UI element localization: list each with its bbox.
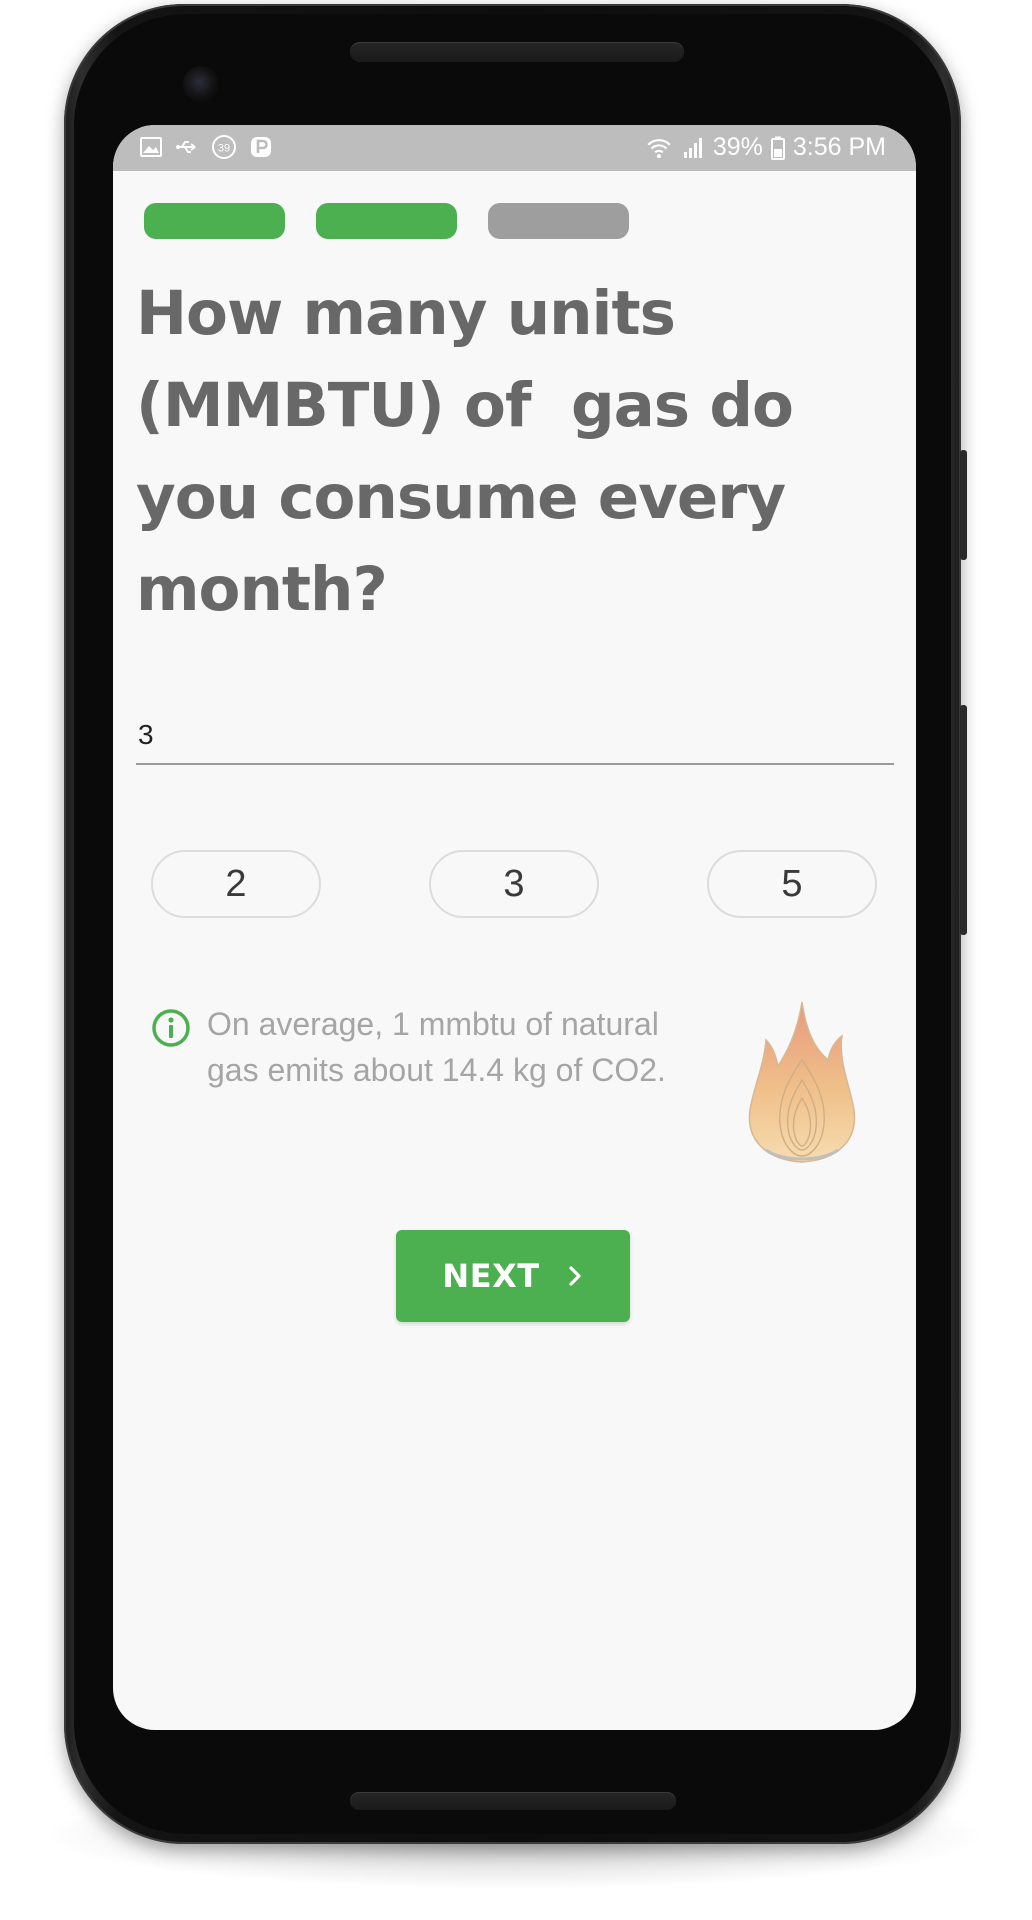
chevron-right-icon bbox=[568, 1266, 581, 1286]
volume-button bbox=[960, 450, 967, 560]
app-screen: 39 39% 3:56 PM How many units (MMBTU) of… bbox=[113, 125, 916, 1730]
badge-number: 39 bbox=[218, 143, 230, 155]
question-line-1: How many units bbox=[136, 278, 676, 349]
battery-percent: 39% bbox=[712, 133, 763, 161]
progress-step-3 bbox=[488, 203, 629, 239]
status-right-icons: 39% 3:56 PM bbox=[645, 133, 886, 162]
progress-step-2 bbox=[316, 203, 457, 239]
front-camera bbox=[183, 66, 219, 102]
battery-icon bbox=[770, 136, 785, 160]
image-icon bbox=[140, 137, 162, 157]
question-title: How many units (MMBTU) of gas do you con… bbox=[136, 268, 876, 636]
bottom-speaker bbox=[350, 1792, 676, 1810]
badge-39-icon: 39 bbox=[212, 135, 236, 159]
info-line-2: gas emits about 14.4 kg of CO2. bbox=[207, 1052, 666, 1088]
next-button-label: NEXT bbox=[442, 1257, 540, 1295]
flame-icon bbox=[748, 1001, 856, 1163]
question-line-2: (MMBTU) of gas do bbox=[136, 370, 794, 441]
option-chip-3[interactable]: 3 bbox=[429, 850, 599, 918]
info-text: On average, 1 mmbtu of natural gas emits… bbox=[207, 1001, 737, 1093]
units-input[interactable] bbox=[136, 707, 894, 765]
power-button bbox=[960, 705, 967, 935]
p-icon bbox=[251, 137, 271, 157]
option-chip-2[interactable]: 2 bbox=[151, 850, 321, 918]
next-button[interactable]: NEXT bbox=[396, 1230, 630, 1322]
status-left-icons: 39 bbox=[139, 134, 273, 160]
clock: 3:56 PM bbox=[792, 133, 886, 161]
device-frame-stage: 39 39% 3:56 PM How many units (MMBTU) of… bbox=[0, 0, 1032, 1920]
option-chip-5[interactable]: 5 bbox=[707, 850, 877, 918]
signal-icon bbox=[683, 137, 702, 158]
info-icon bbox=[152, 1009, 190, 1047]
wifi-icon bbox=[647, 138, 671, 158]
usb-icon bbox=[176, 141, 196, 153]
status-bar: 39 39% 3:56 PM bbox=[113, 125, 916, 171]
info-line-1: On average, 1 mmbtu of natural bbox=[207, 1006, 659, 1042]
top-speaker bbox=[350, 42, 684, 62]
question-line-4: month? bbox=[136, 554, 388, 625]
progress-step-1 bbox=[144, 203, 285, 239]
question-line-3: you consume every bbox=[136, 462, 786, 533]
